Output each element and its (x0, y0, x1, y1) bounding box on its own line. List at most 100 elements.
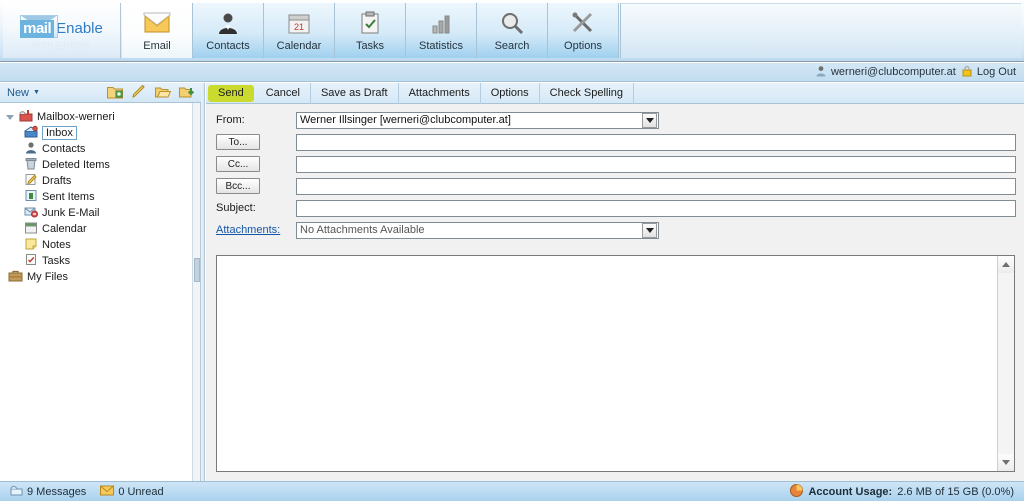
sidebar-item-drafts-label: Drafts (42, 175, 72, 187)
folder-tree: Mailbox-werneri Inbox Contacts Deleted I… (0, 103, 200, 481)
open-folder-icon[interactable] (155, 85, 172, 101)
sidebar-item-calendar-label: Calendar (42, 223, 87, 235)
sidebar-item-deleted-items[interactable]: Deleted Items (22, 157, 200, 173)
envelope-icon (143, 8, 171, 37)
send-button[interactable]: Send (208, 84, 254, 102)
sidebar-item-contacts[interactable]: Contacts (22, 141, 200, 157)
briefcase-icon (8, 269, 23, 285)
sidebar-item-deleted-items-label: Deleted Items (42, 159, 110, 171)
sidebar-item-tasks[interactable]: Tasks (22, 253, 200, 269)
import-folder-icon[interactable] (179, 85, 195, 101)
from-label: From: (216, 114, 245, 126)
logo-mail-text: mail (20, 19, 55, 38)
nav-tab-search-label: Search (494, 40, 530, 52)
calendar-icon (24, 221, 38, 237)
chevron-down-icon[interactable] (642, 222, 657, 238)
sidebar-item-tasks-label: Tasks (42, 255, 71, 267)
nav-tab-statistics[interactable]: Statistics (406, 3, 477, 58)
new-button-label: New (7, 86, 30, 99)
magnifier-icon (500, 8, 524, 37)
chevron-down-icon[interactable] (642, 112, 657, 128)
from-select[interactable]: Werner Illsinger [werneri@clubcomputer.a… (296, 111, 659, 129)
subject-input[interactable] (296, 199, 1016, 217)
field-row-cc: Cc... (216, 154, 1016, 174)
account-chip: werneri@clubcomputer.at (815, 65, 956, 80)
cc-button[interactable]: Cc... (216, 156, 260, 172)
scroll-up-icon[interactable] (998, 256, 1014, 273)
mailbox-icon (19, 109, 33, 125)
options-button[interactable]: Options (481, 82, 540, 104)
sidebar-item-contacts-label: Contacts (42, 143, 86, 155)
sidebar-item-drafts[interactable]: Drafts (22, 173, 200, 189)
sidebar-item-inbox-label: Inbox (42, 126, 77, 140)
bcc-button-wrap: Bcc... (216, 178, 296, 194)
scroll-down-icon[interactable] (998, 454, 1014, 471)
account-email: werneri@clubcomputer.at (830, 66, 956, 78)
notes-icon (24, 237, 38, 253)
tree-root-label: Mailbox-werneri (37, 111, 115, 123)
nav-tab-contacts[interactable]: Contacts (193, 3, 264, 58)
attachments-link[interactable]: Attachments: (216, 224, 296, 236)
sidebar-scrollbar[interactable] (192, 103, 200, 481)
sidebar-item-notes-label: Notes (42, 239, 71, 251)
rename-folder-icon[interactable] (131, 84, 147, 101)
message-body-area (216, 255, 1015, 472)
junk-icon (24, 205, 38, 221)
drafts-icon (24, 173, 38, 189)
new-folder-icon[interactable] (107, 85, 123, 101)
bar-chart-icon (429, 8, 453, 37)
status-bar: 9 Messages 0 Unread Account Usage: 2.6 M… (0, 481, 1024, 501)
contacts-icon (24, 141, 38, 157)
nav-tab-options[interactable]: Options (548, 3, 619, 58)
to-button-wrap: To... (216, 134, 296, 150)
sidebar-item-sent-items[interactable]: Sent Items (22, 189, 200, 205)
attachments-selected-value: No Attachments Available (300, 224, 425, 236)
sent-icon (24, 189, 38, 205)
new-button[interactable]: New ▼ (0, 83, 47, 102)
sidebar-item-inbox[interactable]: Inbox (22, 125, 200, 141)
sidebar-scrollbar-thumb[interactable] (194, 258, 200, 282)
nav-tab-email-label: Email (143, 40, 171, 52)
calendar-icon: 21 (287, 8, 311, 37)
user-bar: werneri@clubcomputer.at Log Out (0, 63, 1024, 82)
sidebar-item-my-files[interactable]: My Files (4, 269, 200, 285)
folder-sidebar: New ▼ Mailbox-werneri Inbox Contacts Del… (0, 83, 201, 481)
body-scrollbar[interactable] (997, 256, 1014, 471)
mailenable-logo: mail Enable mail Enable (3, 3, 121, 58)
cancel-button[interactable]: Cancel (256, 82, 311, 104)
attachments-select[interactable]: No Attachments Available (296, 221, 659, 239)
nav-tab-calendar[interactable]: 21 Calendar (264, 3, 335, 58)
message-body-input[interactable] (217, 256, 997, 471)
tree-root-mailbox[interactable]: Mailbox-werneri (4, 109, 200, 125)
nav-tab-options-label: Options (564, 40, 602, 52)
sidebar-splitter[interactable] (201, 83, 205, 481)
logout-label[interactable]: Log Out (977, 66, 1016, 78)
logo-reflection: mail Enable (32, 38, 91, 50)
check-spelling-button[interactable]: Check Spelling (540, 82, 635, 104)
save-as-draft-button[interactable]: Save as Draft (311, 82, 399, 104)
sidebar-item-calendar[interactable]: Calendar (22, 221, 200, 237)
from-selected-value: Werner Illsinger [werneri@clubcomputer.a… (300, 114, 511, 126)
to-input[interactable] (296, 133, 1016, 151)
sidebar-item-junk-email[interactable]: Junk E-Mail (22, 205, 200, 221)
bcc-button[interactable]: Bcc... (216, 178, 260, 194)
tree-children: Inbox Contacts Deleted Items Drafts Sent… (4, 125, 200, 269)
expander-icon[interactable] (6, 113, 15, 122)
nav-tab-tasks-label: Tasks (355, 40, 385, 52)
nav-tab-tasks[interactable]: Tasks (335, 3, 406, 58)
cc-input[interactable] (296, 155, 1016, 173)
to-button[interactable]: To... (216, 134, 260, 150)
sidebar-item-my-files-label: My Files (27, 271, 68, 283)
status-left: 9 Messages 0 Unread (0, 484, 790, 499)
bcc-input[interactable] (296, 177, 1016, 195)
logout-chip[interactable]: Log Out (961, 65, 1016, 80)
sidebar-folder-tools (107, 84, 195, 101)
attachments-button[interactable]: Attachments (399, 82, 481, 104)
nav-tab-search[interactable]: Search (477, 3, 548, 58)
nav-tab-email[interactable]: Email (122, 3, 193, 58)
compose-toolbar: Send Cancel Save as Draft Attachments Op… (206, 82, 1024, 104)
compose-pane: Send Cancel Save as Draft Attachments Op… (206, 82, 1024, 481)
logo-enable-text: Enable (56, 19, 103, 37)
sidebar-item-notes[interactable]: Notes (22, 237, 200, 253)
field-row-attachments: Attachments: No Attachments Available (216, 220, 1016, 240)
